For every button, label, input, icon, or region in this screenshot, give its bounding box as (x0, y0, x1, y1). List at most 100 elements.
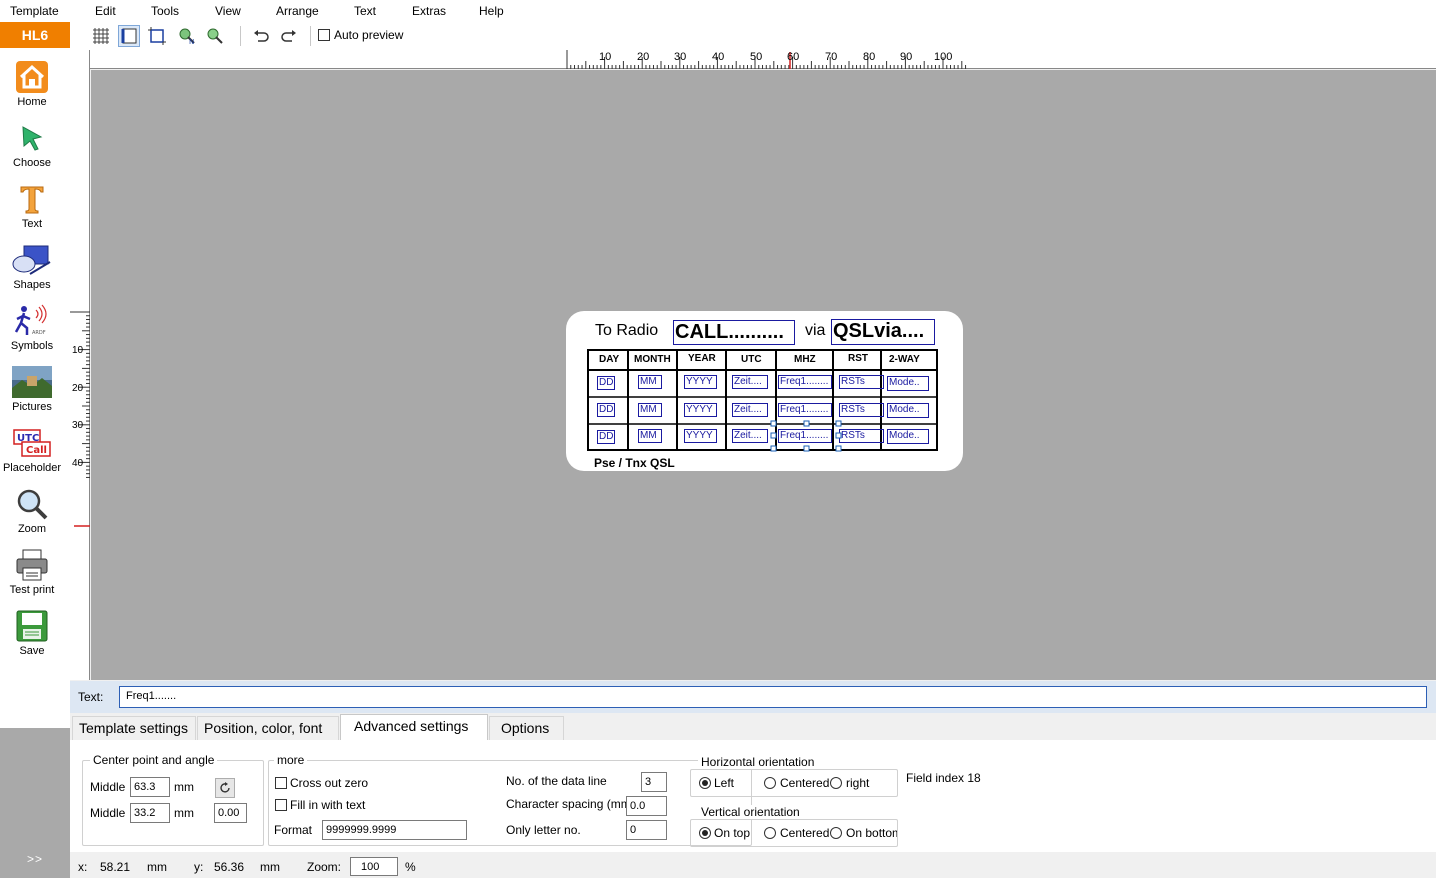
selection-handles[interactable] (770, 420, 842, 452)
sidebar-item-placeholder[interactable]: UTC Call Placeholder (0, 419, 64, 480)
utc-call-placeholder-icon: UTC Call (12, 425, 52, 461)
sidebar-item-test-print[interactable]: Test print (0, 541, 64, 602)
freq-field[interactable]: Freq1........ (778, 375, 832, 389)
only-letter-label: Only letter no. (506, 823, 581, 837)
menu-template[interactable]: Template (10, 4, 59, 18)
mode-field[interactable]: Mode.. (887, 429, 929, 444)
utc-field[interactable]: Zeit.... (732, 403, 768, 417)
rst-field[interactable]: RSTs (839, 429, 884, 443)
format-input[interactable] (322, 820, 467, 840)
qslvia-field[interactable]: QSLvia.... (831, 319, 935, 345)
cross-out-zero-checkbox[interactable] (275, 777, 287, 789)
text-input[interactable]: Freq1....... (119, 686, 1427, 708)
table-header-2way[interactable]: 2-WAY (889, 354, 920, 365)
year-field[interactable]: YYYY (684, 429, 717, 443)
grid-toggle-button[interactable] (90, 25, 112, 47)
zoom-fit-button[interactable]: N (176, 25, 198, 47)
menu-edit[interactable]: Edit (95, 4, 116, 18)
vertical-top-label: On top (714, 826, 751, 840)
card-footer-text[interactable]: Pse / Tnx QSL (594, 456, 675, 470)
table-header-year[interactable]: YEAR (688, 353, 716, 364)
table-header-day[interactable]: DAY (599, 354, 619, 365)
table-header-utc[interactable]: UTC (741, 354, 762, 365)
day-field[interactable]: DD (597, 376, 615, 390)
sidebar-item-text[interactable]: Text (0, 175, 64, 236)
menu-arrange[interactable]: Arrange (276, 4, 319, 18)
vertical-bottom-radio[interactable] (830, 827, 842, 839)
year-field[interactable]: YYYY (684, 375, 717, 389)
qsl-card-template[interactable]: To Radio CALL.......... via QSLvia.... D… (566, 311, 963, 471)
day-field[interactable]: DD (597, 430, 615, 444)
sidebar-item-symbols[interactable]: ARDF Symbols (0, 297, 64, 358)
undo-button[interactable] (250, 25, 272, 47)
month-field[interactable]: MM (638, 403, 662, 417)
picture-landscape-icon (12, 364, 52, 400)
vertical-centered-radio[interactable] (764, 827, 776, 839)
tab-advanced-settings[interactable]: Advanced settings (340, 714, 488, 741)
horizontal-left-radio[interactable] (699, 777, 711, 789)
sidebar-item-save[interactable]: Save (0, 602, 64, 663)
year-field[interactable]: YYYY (684, 403, 717, 417)
sidebar-item-pictures[interactable]: Pictures (0, 358, 64, 419)
expand-sidebar-button[interactable]: >> (0, 852, 70, 872)
horizontal-centered-radio[interactable] (764, 777, 776, 789)
horizontal-right-radio[interactable] (830, 777, 842, 789)
via-label[interactable]: via (805, 322, 825, 340)
sidebar-item-label: Placeholder (2, 462, 62, 474)
auto-preview-checkbox[interactable] (318, 29, 330, 41)
only-letter-input[interactable] (626, 820, 667, 840)
zoom-in-button[interactable] (204, 25, 226, 47)
month-field[interactable]: MM (638, 429, 662, 443)
menu-view[interactable]: View (215, 4, 241, 18)
tab-position-color-font[interactable]: Position, color, font (197, 716, 339, 740)
toolbar-separator (240, 26, 241, 46)
to-radio-label[interactable]: To Radio (595, 322, 658, 340)
menu-extras[interactable]: Extras (412, 4, 446, 18)
frame-toggle-button[interactable] (146, 25, 168, 47)
menu-help[interactable]: Help (479, 4, 504, 18)
fill-in-text-checkbox[interactable] (275, 799, 287, 811)
sidebar-item-shapes[interactable]: Shapes (0, 236, 64, 297)
data-line-label: No. of the data line (506, 774, 607, 788)
day-field[interactable]: DD (597, 403, 615, 417)
cursor-arrow-icon (12, 120, 52, 156)
menu-text[interactable]: Text (354, 4, 376, 18)
mode-field[interactable]: Mode.. (887, 376, 929, 391)
utc-field[interactable]: Zeit.... (732, 429, 768, 443)
middle-x-input[interactable] (130, 777, 170, 797)
zoom-input[interactable] (350, 857, 398, 876)
menu-tools[interactable]: Tools (151, 4, 179, 18)
rotate-reset-button[interactable] (215, 778, 235, 798)
call-field[interactable]: CALL.......... (673, 320, 795, 345)
tab-options[interactable]: Options (489, 716, 564, 740)
sidebar-item-zoom[interactable]: Zoom (0, 480, 64, 541)
char-spacing-input[interactable] (626, 796, 667, 816)
cross-out-zero-label: Cross out zero (290, 776, 369, 790)
table-header-mhz[interactable]: MHZ (794, 354, 816, 365)
redo-button[interactable] (278, 25, 300, 47)
ruler-toggle-button[interactable] (118, 25, 140, 47)
mode-field[interactable]: Mode.. (887, 403, 929, 418)
utc-field[interactable]: Zeit.... (732, 375, 768, 389)
sidebar-item-label: Pictures (12, 401, 52, 413)
status-bar: x: 58.21 mm y: 56.36 mm Zoom: % (70, 853, 1436, 878)
rst-field[interactable]: RSTs (839, 375, 884, 389)
table-header-rst[interactable]: RST (848, 353, 868, 364)
tab-template-settings[interactable]: Template settings (72, 716, 196, 740)
month-field[interactable]: MM (638, 375, 662, 389)
zoom-in-icon (207, 28, 223, 44)
rst-field[interactable]: RSTs (839, 403, 884, 417)
freq-field[interactable]: Freq1........ (778, 403, 832, 417)
table-header-month[interactable]: MONTH (634, 354, 671, 365)
sidebar-item-home[interactable]: Home (0, 53, 64, 114)
middle-y-input[interactable] (130, 803, 170, 823)
y-unit: mm (260, 860, 280, 874)
vertical-bottom-label: On bottom (846, 826, 897, 840)
vertical-top-radio[interactable] (699, 827, 711, 839)
data-line-input[interactable] (641, 772, 667, 792)
svg-text:Call: Call (26, 445, 47, 456)
sidebar-item-choose[interactable]: Choose (0, 114, 64, 175)
more-title: more (274, 753, 308, 767)
angle-input[interactable] (214, 803, 247, 823)
sidebar-item-label: Shapes (13, 279, 51, 291)
